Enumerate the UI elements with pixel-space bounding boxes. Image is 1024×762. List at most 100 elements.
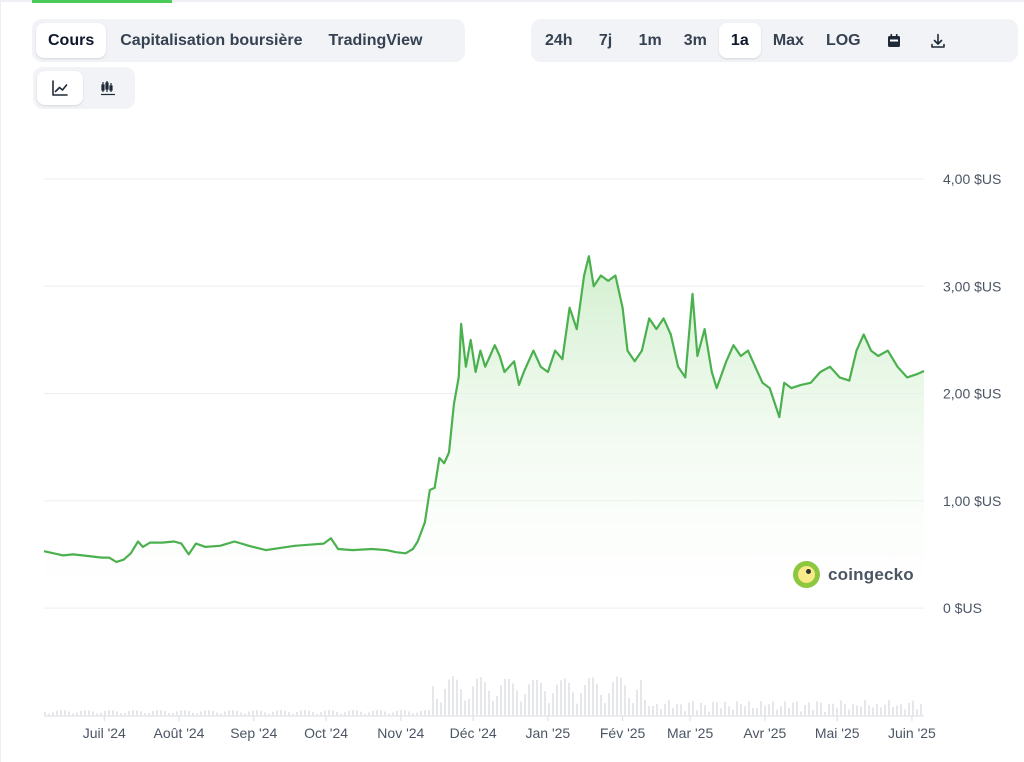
volume-bar [492,700,494,716]
volume-bar [444,688,446,716]
volume-bar [268,713,270,716]
volume-bar [852,703,854,716]
volume-bar [120,713,122,716]
volume-bar [64,710,66,716]
y-tick-label: 4,00 $US [943,171,1001,187]
volume-bar [196,713,198,716]
volume-bar [700,702,702,716]
volume-bar [580,692,582,716]
volume-bar [828,704,830,716]
volume-bar [756,707,758,716]
volume-bar [920,703,922,716]
volume-bar [876,703,878,716]
volume-bar [236,710,238,716]
volume-bar [712,701,714,716]
volume-bar [516,690,518,716]
volume-bar [252,710,254,716]
volume-bar [160,710,162,716]
volume-bar [528,684,530,716]
volume-bar [100,712,102,716]
volume-bar [704,705,706,716]
volume-bar [352,710,354,716]
watermark-text: coingecko [828,564,914,584]
volume-bar [616,676,618,716]
volume-bar [336,711,338,716]
volume-bar [476,678,478,716]
volume-bar [308,710,310,716]
volume-bar [460,689,462,716]
volume-bar [388,713,390,716]
volume-bar [260,710,262,716]
volume-bar [440,702,442,716]
volume-bar [680,704,682,716]
x-tick-label: Mar '25 [667,725,713,741]
volume-bar [168,712,170,716]
volume-bar [912,700,914,716]
volume-bar [344,712,346,716]
volume-bar [348,710,350,716]
volume-bar [808,702,810,716]
volume-bar [180,710,182,716]
volume-bar [316,713,318,716]
volume-bar [664,703,666,716]
volume-bar [892,707,894,716]
volume-bar [560,680,562,716]
volume-bar [312,711,314,716]
volume-bar [804,705,806,716]
volume-bar [224,711,226,716]
volume-bar [816,701,818,716]
volume-bar [148,712,150,716]
volume-bar [452,676,454,716]
x-tick-label: Oct '24 [304,725,348,741]
volume-bar [72,713,74,716]
volume-bar [164,711,166,716]
volume-bar [204,710,206,716]
volume-bar [844,703,846,716]
volume-bar [300,710,302,716]
volume-bar [652,705,654,716]
volume-bar [436,698,438,716]
volume-bar [368,712,370,716]
price-chart: 4,00 $US 3,00 $US 2,00 $US 1,00 $US 0 $US Ju… [43,171,1001,741]
volume-bar [424,710,426,716]
volume-bar [636,689,638,716]
volume-bar [216,712,218,716]
volume-bar [92,711,94,716]
volume-bar [776,709,778,716]
volume-bar [500,684,502,716]
volume-bar [732,709,734,716]
volume-bar [136,710,138,716]
volume-bar [412,713,414,716]
volume-bar [128,711,130,716]
volume-bar [200,711,202,716]
volume-bar [760,701,762,716]
volume-bar [456,679,458,716]
volume-bar [564,678,566,716]
volume-bar [132,710,134,716]
volume-bar [484,682,486,716]
volume-bar [588,678,590,716]
volume-bar [44,711,46,716]
volume-bar [864,700,866,716]
volume-bar [400,710,402,716]
volume-bar [156,710,158,716]
volume-bar [872,707,874,716]
volume-bar [884,704,886,716]
volume-bar [328,710,330,716]
volume-bar [340,713,342,716]
volume-bar [104,710,106,716]
volume-bar [256,710,258,716]
volume-bar [688,702,690,716]
volume-bar [264,712,266,716]
volume-bar [124,712,126,716]
volume-bar [404,710,406,716]
volume-bar [508,678,510,716]
volume-bar [824,711,826,716]
volume-bar [244,713,246,716]
volume-bar [432,686,434,716]
volume-bar [172,713,174,716]
volume-bar [604,703,606,716]
volume-bar [376,710,378,716]
volume-bar [280,710,282,716]
volume-bar [408,711,410,716]
